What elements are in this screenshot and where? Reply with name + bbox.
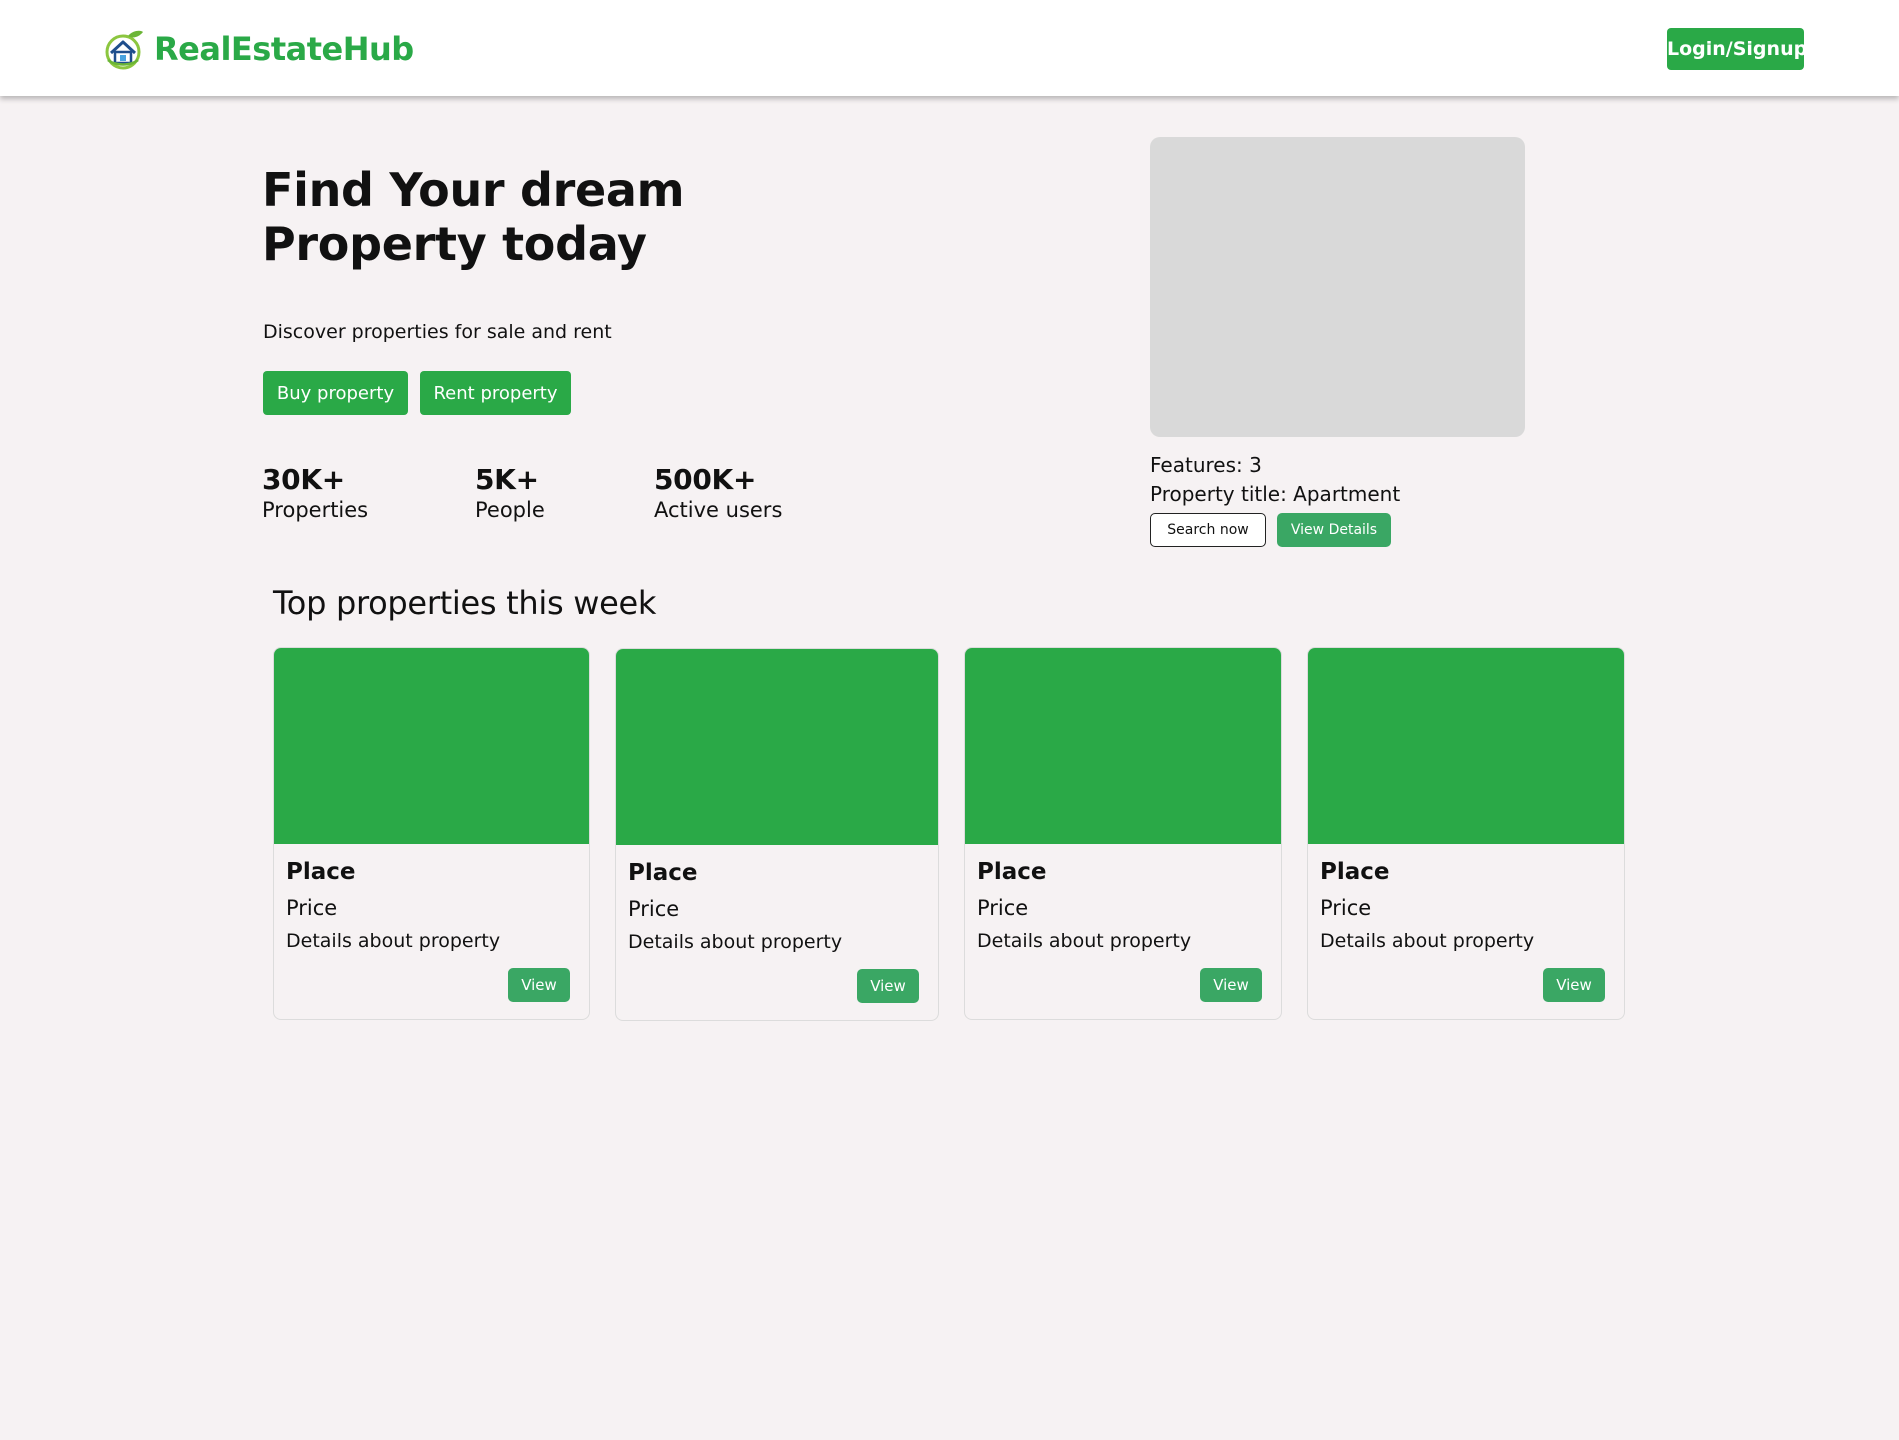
search-now-button[interactable]: Search now: [1150, 513, 1266, 547]
buy-property-button[interactable]: Buy property: [263, 371, 408, 415]
property-card[interactable]: Place Price Details about property View: [1307, 647, 1625, 1020]
brand-name: RealEstateHub: [154, 30, 414, 68]
view-button[interactable]: View: [857, 969, 919, 1003]
property-price: Price: [977, 896, 1029, 920]
property-image: [1308, 648, 1624, 844]
stat-value: 500K+: [654, 463, 757, 496]
view-button[interactable]: View: [1200, 968, 1262, 1002]
property-details: Details about property: [628, 931, 843, 953]
hero-title: Find Your dream Property today: [262, 163, 685, 271]
features-count: Features: 3: [1150, 453, 1262, 477]
stat-value: 5K+: [475, 463, 539, 496]
card-body: Place Price Details about property View: [274, 844, 589, 1002]
property-price: Price: [286, 896, 338, 920]
view-button[interactable]: View: [1543, 968, 1605, 1002]
stat-value: 30K+: [262, 463, 345, 496]
featured-image-placeholder: [1150, 137, 1525, 437]
property-image: [274, 648, 589, 844]
card-body: Place Price Details about property View: [1308, 844, 1624, 1002]
property-card[interactable]: Place Price Details about property View: [615, 648, 939, 1021]
top-navbar: RealEstateHub Login/Signup: [0, 0, 1899, 96]
brand[interactable]: RealEstateHub: [103, 28, 414, 70]
view-button[interactable]: View: [508, 968, 570, 1002]
property-details: Details about property: [286, 930, 501, 952]
card-body: Place Price Details about property View: [616, 845, 938, 1003]
property-title: Property title: Apartment: [1150, 482, 1401, 506]
stat-label: Properties: [262, 498, 369, 522]
property-place: Place: [628, 860, 698, 886]
property-place: Place: [286, 859, 356, 885]
stat-people: 5K+ People: [475, 463, 545, 523]
property-image: [616, 649, 938, 845]
house-leaf-icon: [105, 30, 143, 70]
property-price: Price: [1320, 896, 1372, 920]
property-card[interactable]: Place Price Details about property View: [964, 647, 1282, 1020]
hero-subtitle: Discover properties for sale and rent: [263, 321, 612, 343]
card-body: Place Price Details about property View: [965, 844, 1281, 1002]
property-place: Place: [977, 859, 1047, 885]
property-image: [965, 648, 1281, 844]
stat-label: Active users: [654, 498, 783, 522]
property-details: Details about property: [1320, 930, 1535, 952]
property-price: Price: [628, 897, 680, 921]
login-signup-button[interactable]: Login/Signup: [1667, 28, 1807, 70]
property-details: Details about property: [977, 930, 1192, 952]
stat-label: People: [475, 498, 545, 522]
section-title: Top properties this week: [273, 584, 657, 622]
stat-active-users: 500K+ Active users: [654, 463, 782, 523]
property-card[interactable]: Place Price Details about property View: [273, 647, 590, 1020]
stat-properties: 30K+ Properties: [262, 463, 368, 523]
property-place: Place: [1320, 859, 1390, 885]
view-details-button[interactable]: View Details: [1277, 513, 1391, 547]
rent-property-button[interactable]: Rent property: [420, 371, 571, 415]
